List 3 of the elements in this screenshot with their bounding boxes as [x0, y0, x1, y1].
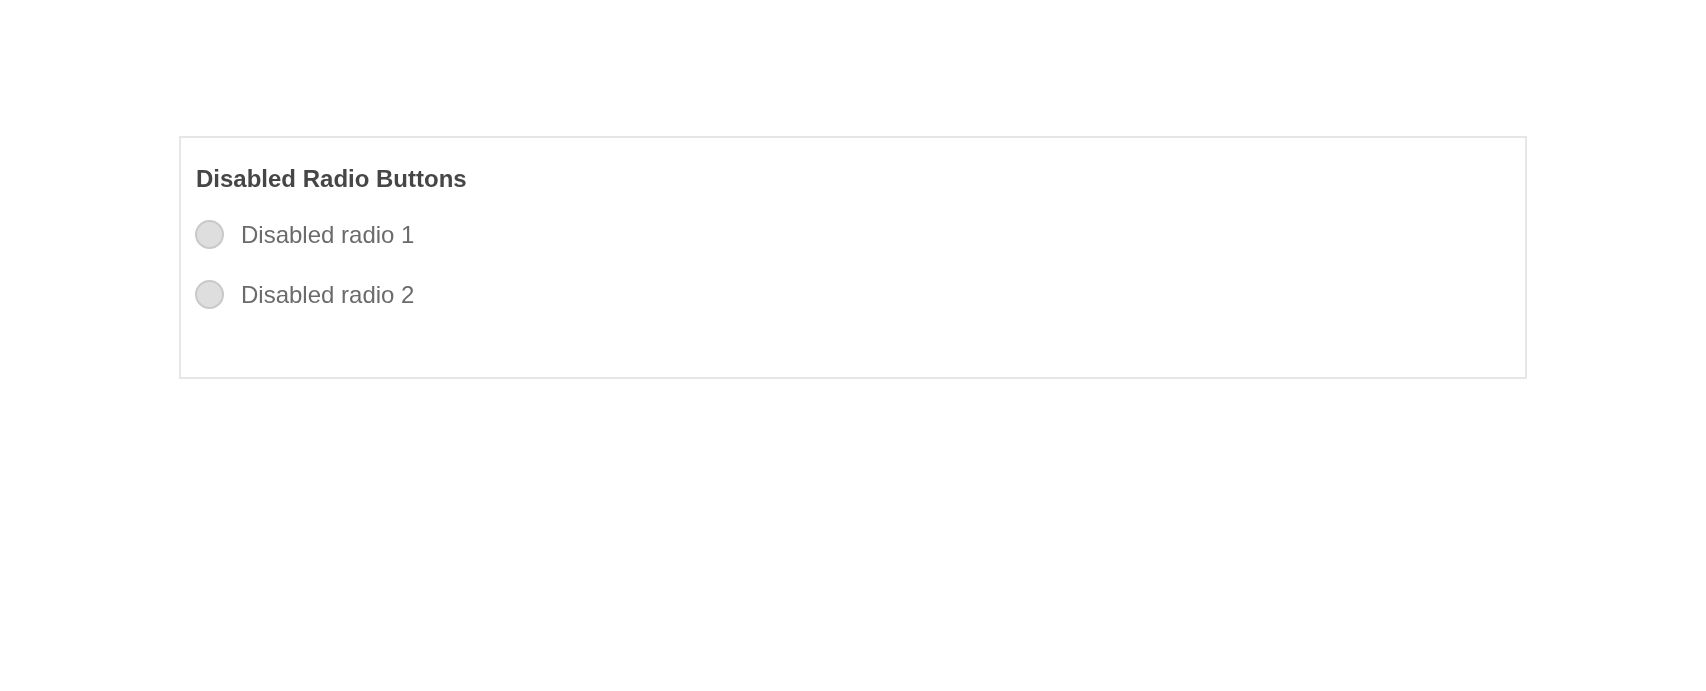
- section-title: Disabled Radio Buttons: [196, 164, 468, 193]
- radio-label: Disabled radio 2: [241, 279, 415, 309]
- radio-label: Disabled radio 1: [241, 219, 415, 249]
